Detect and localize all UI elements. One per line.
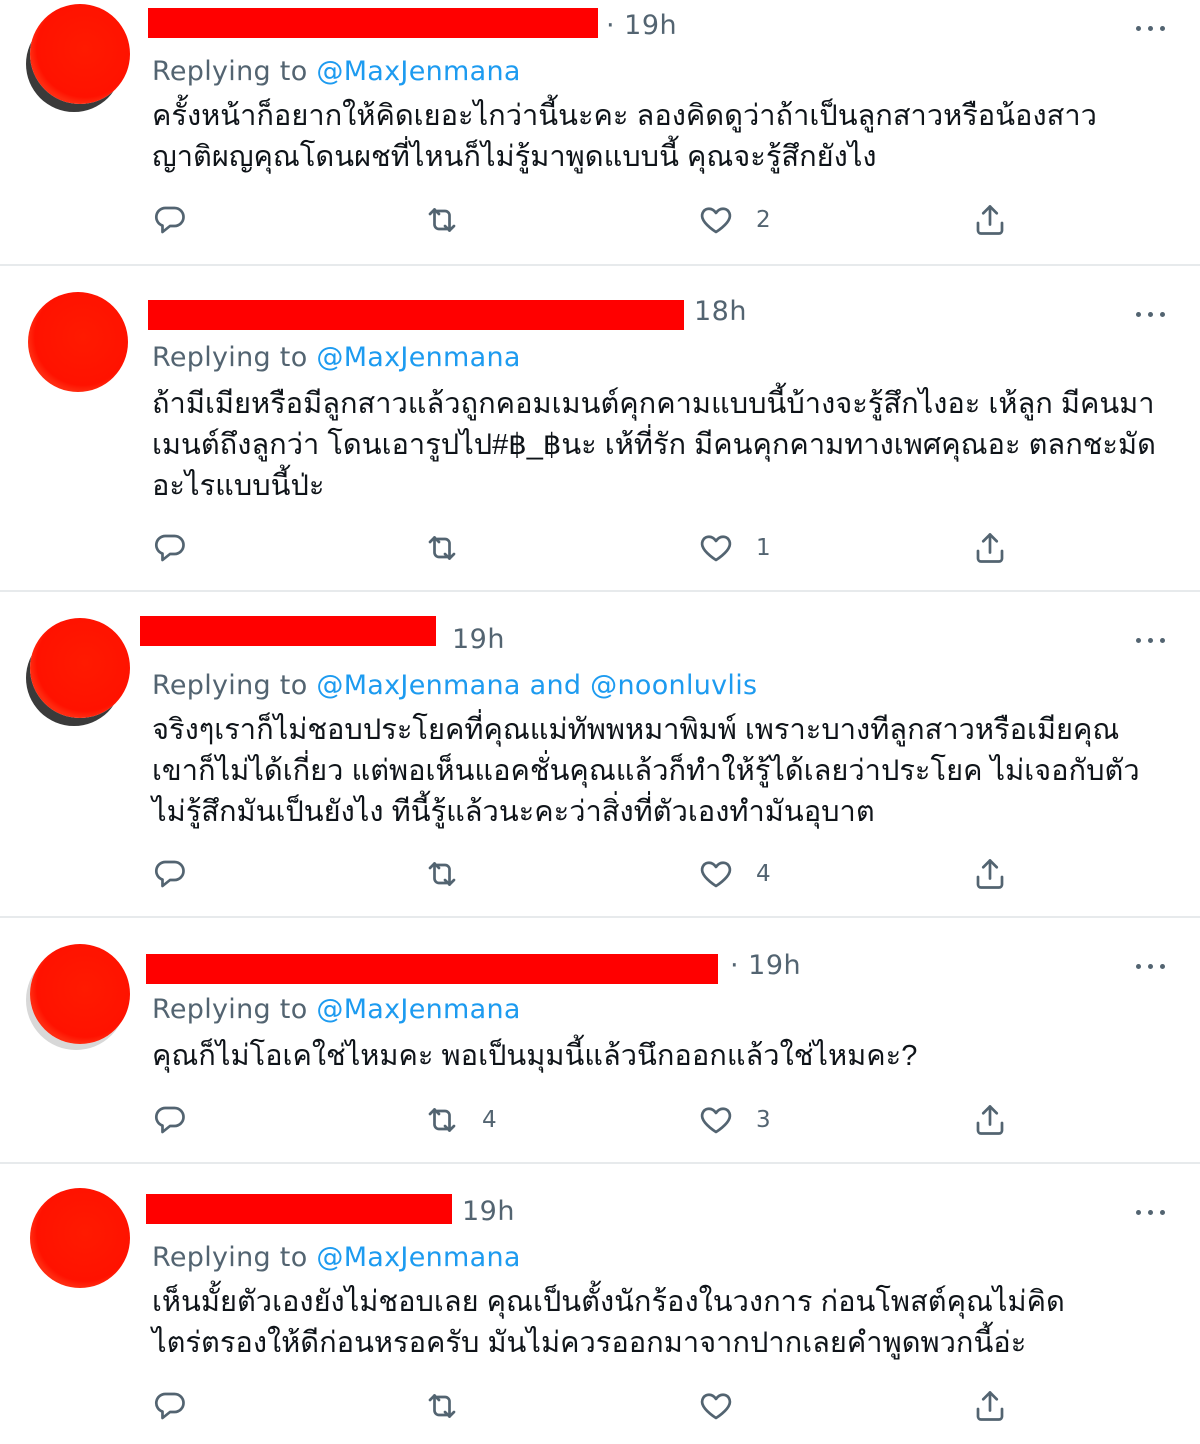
- redacted-username: [148, 8, 598, 38]
- retweet-button[interactable]: [424, 200, 482, 240]
- share-icon: [972, 1102, 1008, 1138]
- like-count: 4: [756, 861, 771, 887]
- tweet[interactable]: · 19h Replying to @MaxJenmana ครั้งหน้าก…: [0, 0, 1200, 265]
- tweet-text: จริงๆเราก็ไม่ชอบประโยคที่คุณแม่ทัพพหมาพิ…: [152, 714, 1140, 828]
- tweet-actions: [0, 1386, 1200, 1426]
- tweet-text: คุณก็ไม่โอเคใช่ไหมคะ พอเป็นมุมนี้แล้วนึก…: [152, 1040, 918, 1072]
- tweet-time: 19h: [452, 624, 505, 655]
- retweet-icon: [424, 202, 460, 238]
- mention-link[interactable]: @MaxJenmana: [316, 342, 520, 373]
- like-count: 2: [756, 207, 771, 233]
- retweet-count: 4: [482, 1107, 497, 1133]
- reply-icon: [152, 856, 188, 892]
- share-button[interactable]: [972, 1100, 1008, 1140]
- mention-link[interactable]: @MaxJenmana and @noonluvlis: [316, 670, 757, 701]
- tweet-text: เห็นมั้ยตัวเองยังไม่ชอบเลย คุณเป็นตั้งนั…: [152, 1286, 1065, 1359]
- mention-link[interactable]: @MaxJenmana: [316, 56, 520, 87]
- reply-icon: [152, 202, 188, 238]
- share-icon: [972, 856, 1008, 892]
- like-button[interactable]: 4: [698, 854, 771, 894]
- tweet-time: 19h: [462, 1196, 515, 1227]
- heart-icon: [698, 202, 734, 238]
- reply-button[interactable]: [152, 1100, 210, 1140]
- reply-button[interactable]: [152, 528, 210, 568]
- mention-link[interactable]: @MaxJenmana: [316, 994, 520, 1025]
- share-button[interactable]: [972, 1386, 1008, 1426]
- retweet-button[interactable]: [424, 854, 482, 894]
- retweet-icon: [424, 1102, 460, 1138]
- replying-to: Replying to @MaxJenmana: [152, 342, 521, 373]
- redacted-username: [146, 954, 718, 984]
- retweet-icon: [424, 856, 460, 892]
- tweet-text: ครั้งหน้าก็อยากให้คิดเยอะไกว่านี้นะคะ ลอ…: [152, 100, 1097, 173]
- tweet[interactable]: 19h Replying to @MaxJenmana and @noonluv…: [0, 592, 1200, 917]
- reply-button[interactable]: [152, 854, 210, 894]
- share-button[interactable]: [972, 200, 1008, 240]
- more-icon[interactable]: [1132, 634, 1172, 646]
- tweet-time: · 19h: [606, 10, 678, 41]
- tweet-actions: 43: [0, 1100, 1200, 1140]
- reply-icon: [152, 1102, 188, 1138]
- tweet[interactable]: 18h Replying to @MaxJenmana ถ้ามีเมียหรื…: [0, 266, 1200, 591]
- reply-icon: [152, 1388, 188, 1424]
- avatar[interactable]: [30, 944, 130, 1044]
- avatar[interactable]: [30, 1188, 130, 1288]
- replying-to: Replying to @MaxJenmana: [152, 1242, 521, 1273]
- like-button[interactable]: 1: [698, 528, 771, 568]
- tweet-actions: 4: [0, 854, 1200, 894]
- share-button[interactable]: [972, 854, 1008, 894]
- like-button[interactable]: 2: [698, 200, 771, 240]
- heart-icon: [698, 1102, 734, 1138]
- retweet-icon: [424, 1388, 460, 1424]
- redacted-username: [146, 1194, 452, 1224]
- tweet[interactable]: · 19h Replying to @MaxJenmana คุณก็ไม่โอ…: [0, 918, 1200, 1163]
- heart-icon: [698, 530, 734, 566]
- like-count: 3: [756, 1107, 771, 1133]
- more-icon[interactable]: [1132, 960, 1172, 972]
- retweet-icon: [424, 530, 460, 566]
- replying-to: Replying to @MaxJenmana: [152, 56, 521, 87]
- replying-to: Replying to @MaxJenmana and @noonluvlis: [152, 670, 758, 701]
- tweet-time: · 19h: [730, 950, 802, 981]
- tweet-actions: 2: [0, 200, 1200, 240]
- replying-to: Replying to @MaxJenmana: [152, 994, 521, 1025]
- avatar[interactable]: [30, 618, 130, 718]
- redacted-username: [140, 616, 436, 646]
- tweet[interactable]: 19h Replying to @MaxJenmana เห็นมั้ยตัวเ…: [0, 1164, 1200, 1444]
- tweet-time: 18h: [694, 296, 747, 327]
- tweet-actions: 1: [0, 528, 1200, 568]
- like-button[interactable]: [698, 1386, 756, 1426]
- tweet-text: ถ้ามีเมียหรือมีลูกสาวแล้วถูกคอมเมนต์คุกค…: [152, 388, 1156, 502]
- heart-icon: [698, 1388, 734, 1424]
- redacted-username: [148, 300, 684, 330]
- share-icon: [972, 1388, 1008, 1424]
- retweet-button[interactable]: [424, 528, 482, 568]
- mention-link[interactable]: @MaxJenmana: [316, 1242, 520, 1273]
- avatar[interactable]: [30, 4, 130, 104]
- share-icon: [972, 202, 1008, 238]
- like-button[interactable]: 3: [698, 1100, 771, 1140]
- avatar[interactable]: [28, 292, 128, 392]
- share-button[interactable]: [972, 528, 1008, 568]
- more-icon[interactable]: [1132, 22, 1172, 34]
- reply-icon: [152, 530, 188, 566]
- share-icon: [972, 530, 1008, 566]
- like-count: 1: [756, 535, 771, 561]
- heart-icon: [698, 856, 734, 892]
- reply-button[interactable]: [152, 1386, 210, 1426]
- more-icon[interactable]: [1132, 1206, 1172, 1218]
- retweet-button[interactable]: 4: [424, 1100, 497, 1140]
- retweet-button[interactable]: [424, 1386, 482, 1426]
- more-icon[interactable]: [1132, 308, 1172, 320]
- reply-button[interactable]: [152, 200, 210, 240]
